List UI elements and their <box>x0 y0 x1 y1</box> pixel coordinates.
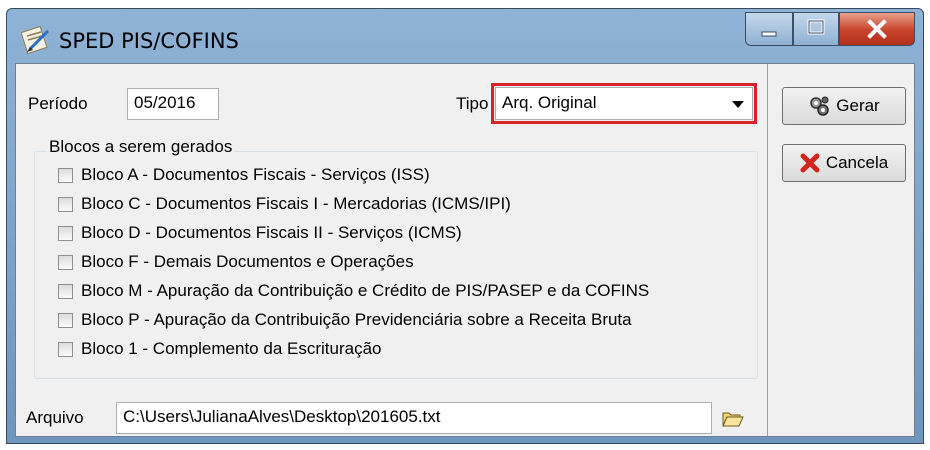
arquivo-label: Arquivo <box>26 408 84 427</box>
gears-icon <box>810 96 830 116</box>
periodo-label: Período <box>28 94 88 113</box>
minimize-button[interactable] <box>745 12 793 46</box>
options-panel: Período 05/2016 Tipo Arq. Original Bloco… <box>16 64 768 436</box>
window-title: SPED PIS/COFINS <box>59 29 239 53</box>
tipo-selected-value: Arq. Original <box>502 93 597 112</box>
gerar-button[interactable]: Gerar <box>782 87 906 125</box>
close-button[interactable] <box>839 12 915 46</box>
bloco-m-label: Bloco M - Apuração da Contribuição e Cré… <box>81 281 650 300</box>
chevron-down-icon[interactable] <box>732 101 744 108</box>
gerar-label: Gerar <box>836 96 880 115</box>
arquivo-input[interactable]: C:\Users\JulianaAlves\Desktop\201605.txt <box>116 402 712 434</box>
bloco-c-checkbox[interactable] <box>58 196 73 212</box>
bloco-p-option[interactable]: Bloco P - Apuração da Contribuição Previ… <box>58 308 632 332</box>
maximize-icon <box>807 19 825 35</box>
bloco-1-option[interactable]: Bloco 1 - Complemento da Escrituração <box>58 337 381 361</box>
bloco-f-label: Bloco F - Demais Documentos e Operações <box>81 252 414 271</box>
cancela-label: Cancela <box>825 153 889 172</box>
bloco-p-label: Bloco P - Apuração da Contribuição Previ… <box>81 310 632 329</box>
bloco-f-checkbox[interactable] <box>58 254 73 270</box>
bloco-1-checkbox[interactable] <box>58 341 73 357</box>
maximize-button[interactable] <box>793 12 839 46</box>
bloco-c-option[interactable]: Bloco C - Documentos Fiscais I - Mercado… <box>58 192 511 216</box>
tipo-select[interactable]: Arq. Original <box>495 87 753 120</box>
bloco-m-checkbox[interactable] <box>58 283 73 299</box>
close-icon <box>867 19 887 39</box>
bloco-p-checkbox[interactable] <box>58 312 73 328</box>
bloco-a-checkbox[interactable] <box>58 167 73 183</box>
bloco-d-label: Bloco D - Documentos Fiscais II - Serviç… <box>81 223 462 242</box>
bloco-m-option[interactable]: Bloco M - Apuração da Contribuição e Cré… <box>58 279 649 303</box>
red-x-icon <box>800 153 820 173</box>
bloco-f-option[interactable]: Bloco F - Demais Documentos e Operações <box>58 250 414 274</box>
blocos-group-title: Blocos a serem gerados <box>46 137 236 157</box>
minimize-icon <box>761 31 777 37</box>
bloco-c-label: Bloco C - Documentos Fiscais I - Mercado… <box>81 194 511 213</box>
dialog-client-area: Período 05/2016 Tipo Arq. Original Bloco… <box>15 63 915 437</box>
sped-window: SPED PIS/COFINS Período 05/2016 Tipo Arq… <box>6 8 924 444</box>
bloco-d-option[interactable]: Bloco D - Documentos Fiscais II - Serviç… <box>58 221 462 245</box>
bloco-1-label: Bloco 1 - Complemento da Escrituração <box>81 339 382 358</box>
bloco-a-label: Bloco A - Documentos Fiscais - Serviços … <box>81 165 430 184</box>
cancela-button[interactable]: Cancela <box>782 144 906 182</box>
bloco-a-option[interactable]: Bloco A - Documentos Fiscais - Serviços … <box>58 163 430 187</box>
periodo-input[interactable]: 05/2016 <box>127 88 219 120</box>
bloco-d-checkbox[interactable] <box>58 225 73 241</box>
folder-open-icon[interactable] <box>722 411 744 427</box>
tipo-label: Tipo <box>456 94 489 113</box>
sped-app-icon <box>21 25 50 55</box>
title-bar[interactable]: SPED PIS/COFINS <box>7 9 923 71</box>
